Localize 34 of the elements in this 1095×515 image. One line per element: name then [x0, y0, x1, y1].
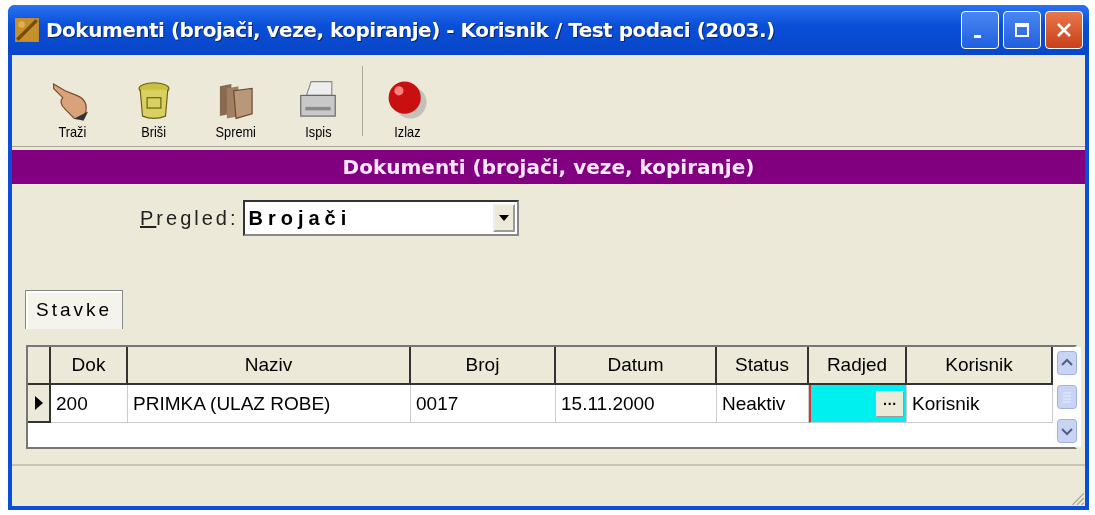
- scroll-thumb[interactable]: [1055, 385, 1079, 409]
- dropdown-arrow-icon: [498, 215, 509, 221]
- scroll-up-icon[interactable]: [1055, 351, 1079, 375]
- maximize-button[interactable]: [1003, 11, 1041, 49]
- column-header[interactable]: Dok: [51, 347, 128, 385]
- toolbar-button[interactable]: Ispis: [280, 77, 356, 140]
- column-header[interactable]: Datum: [556, 347, 717, 385]
- minimize-button[interactable]: [961, 11, 999, 49]
- table-cell: 0017: [411, 385, 556, 423]
- window-title: Dokumenti (brojači, veze, kopiranje) - Korisnik / Test podaci (2003.): [46, 18, 776, 42]
- minimize-icon: [973, 34, 981, 38]
- column-header[interactable]: Radjed: [809, 347, 907, 385]
- app-icon: [14, 17, 40, 43]
- toolbar-button[interactable]: Izlaz: [369, 77, 445, 140]
- tab[interactable]: Stavke: [25, 290, 124, 329]
- table-cell: PRIMKA (ULAZ ROBE): [128, 385, 411, 423]
- table-cell: 200: [51, 385, 128, 423]
- toolbar-button[interactable]: Spremi: [198, 77, 274, 140]
- column-header[interactable]: Korisnik: [907, 347, 1053, 385]
- table-cell: 15.11.2000: [556, 385, 717, 423]
- lookup-cell[interactable]: ···: [809, 385, 907, 423]
- view-dropdown[interactable]: Brojači: [242, 200, 519, 236]
- resize-grip-icon[interactable]: [1069, 490, 1085, 506]
- maximize-icon: [1012, 20, 1032, 40]
- view-label: Pregled:: [140, 206, 239, 230]
- column-header[interactable]: Status: [717, 347, 809, 385]
- column-header[interactable]: Broj: [411, 347, 556, 385]
- ellipsis-button[interactable]: ···: [876, 390, 904, 417]
- scroll-down-icon[interactable]: [1055, 419, 1079, 443]
- toolbar-button[interactable]: Traži: [34, 77, 110, 140]
- column-header[interactable]: Naziv: [128, 347, 411, 385]
- toolbar-button[interactable]: Briši: [116, 77, 192, 140]
- header-title: Dokumenti (brojači, veze, kopiranje): [342, 155, 755, 179]
- close-button[interactable]: [1045, 11, 1083, 49]
